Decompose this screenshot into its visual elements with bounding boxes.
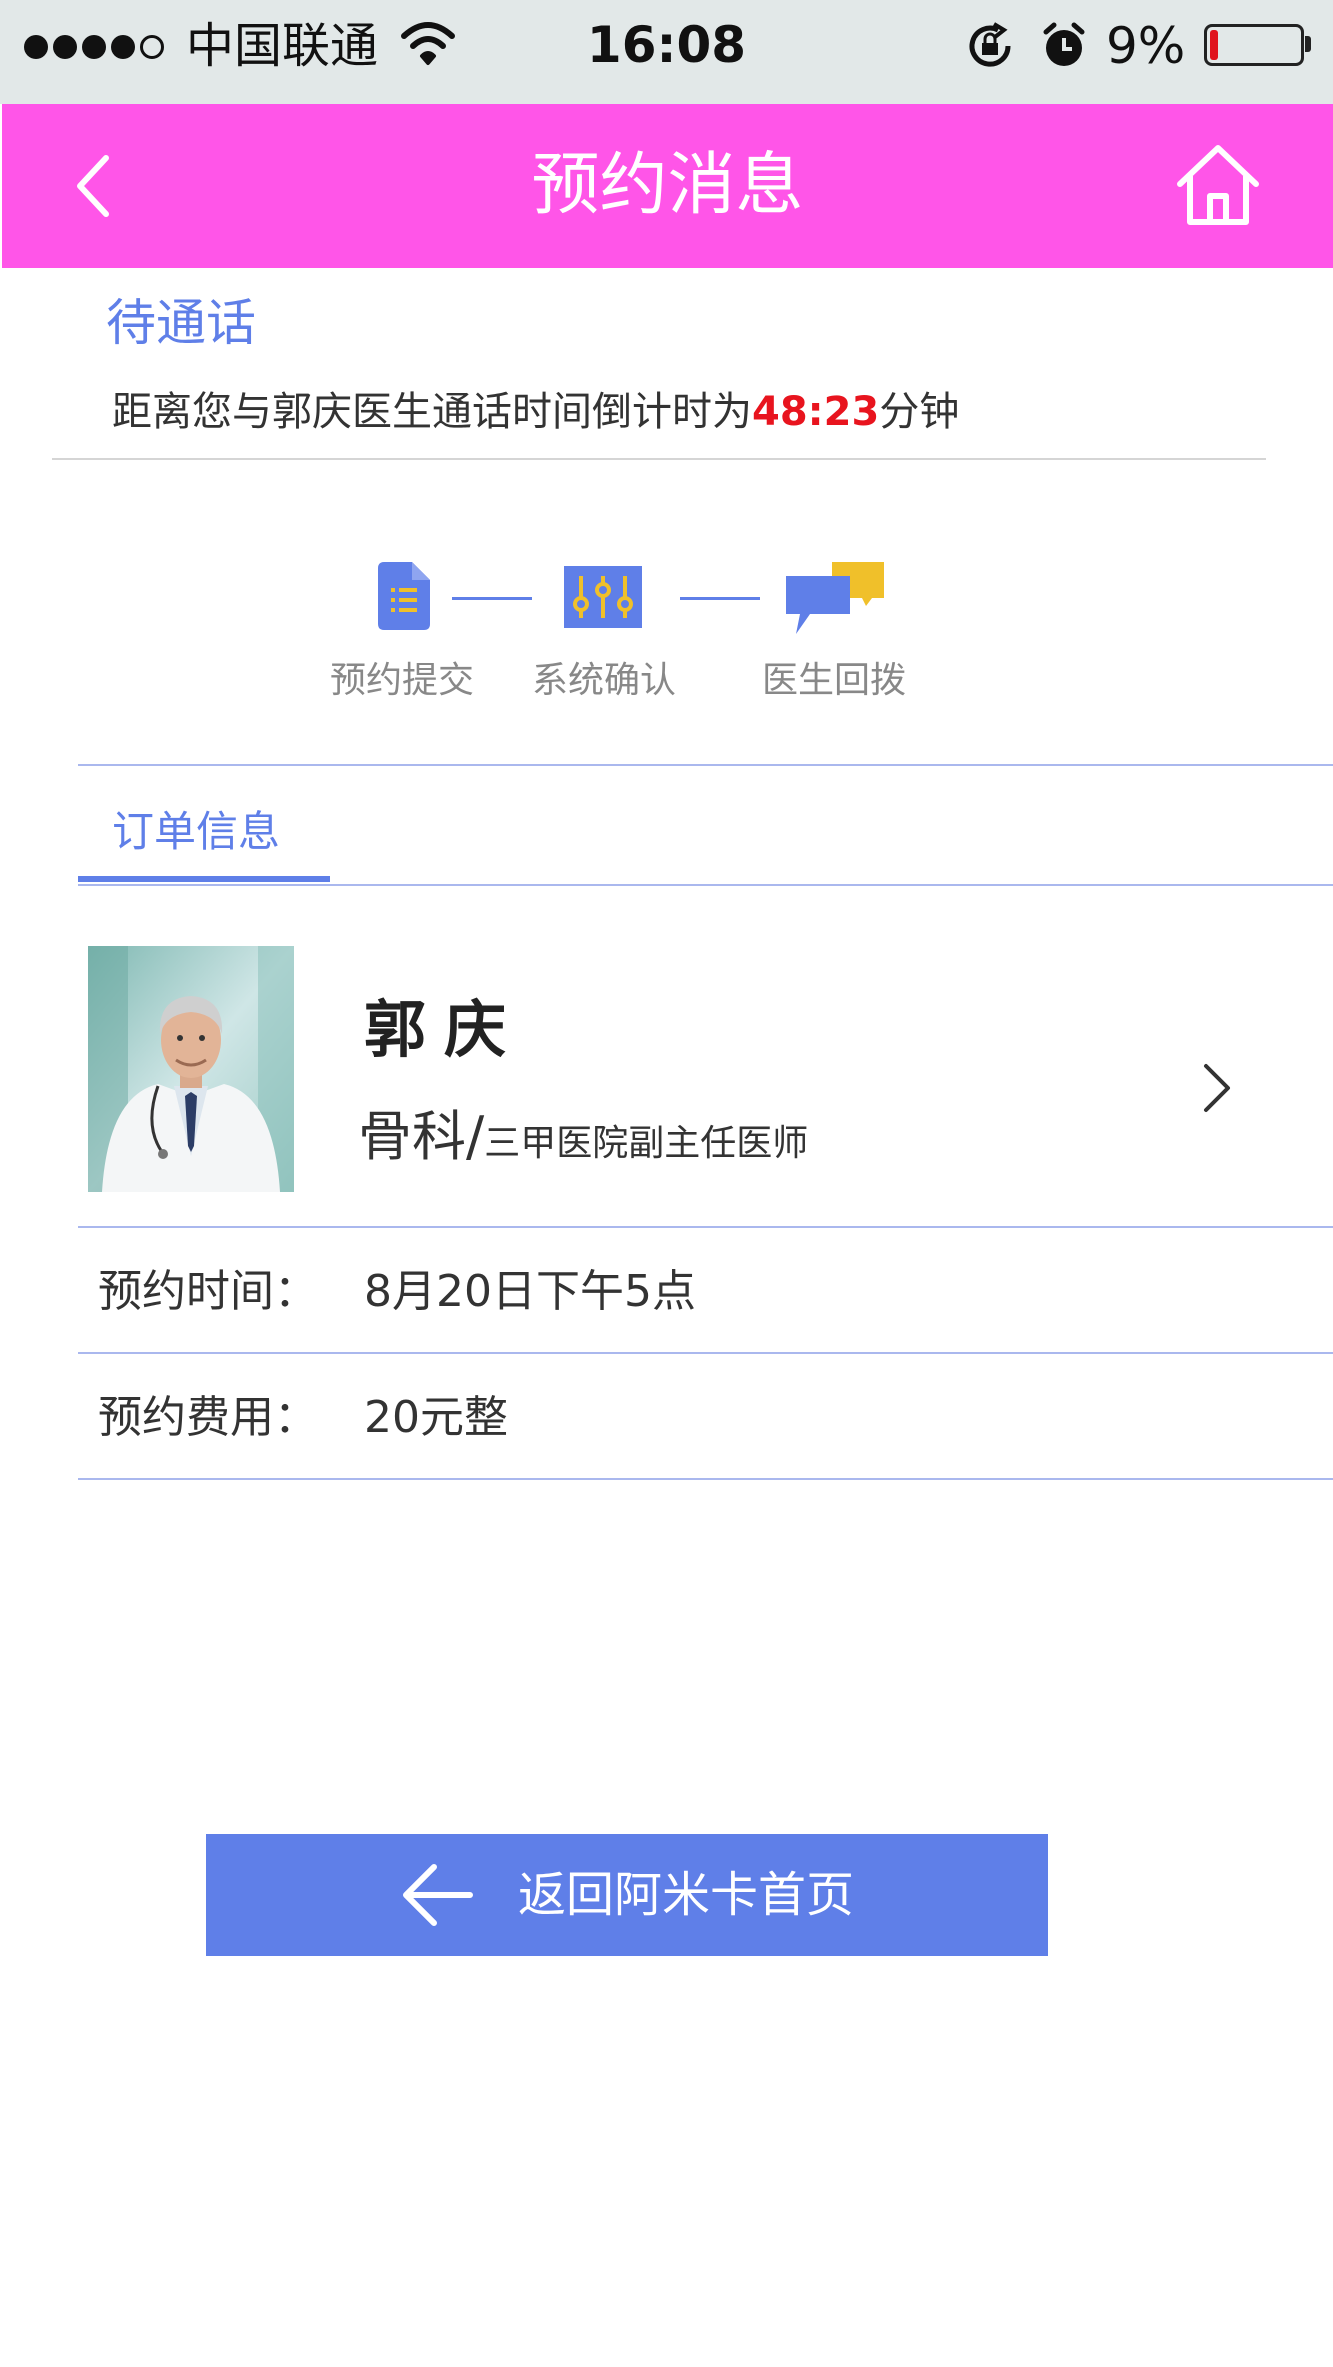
appointment-time-label: 预约时间： <box>98 1266 318 1317</box>
doctor-title: 三甲医院副主任医师 <box>484 1123 809 1164</box>
appointment-fee-label: 预约费用： <box>98 1392 318 1443</box>
countdown-prefix: 距离您与郭庆医生通话时间倒计时为 <box>112 389 752 435</box>
battery-icon <box>1204 24 1304 66</box>
step-label-callback: 医生回拨 <box>762 660 907 701</box>
battery-level-fill <box>1210 30 1218 60</box>
doctor-card[interactable]: 郭庆 骨科/三甲医院副主任医师 <box>78 908 1333 1228</box>
step-label-submit: 预约提交 <box>330 660 475 701</box>
step-label-confirm: 系统确认 <box>532 660 677 701</box>
arrow-left-icon <box>402 1864 473 1926</box>
doctor-department: 骨科 <box>358 1105 466 1168</box>
countdown-description: 距离您与郭庆医生通话时间倒计时为48:23分钟 <box>112 385 959 439</box>
doctor-department-title: 骨科/三甲医院副主任医师 <box>358 1102 808 1185</box>
divider <box>78 764 1333 766</box>
nav-bar: 预约消息 <box>2 104 1333 268</box>
rotation-lock-icon <box>969 22 1011 67</box>
countdown-timer: 48:23 <box>752 389 880 435</box>
call-status-title: 待通话 <box>106 294 256 352</box>
page-title: 预约消息 <box>531 146 804 225</box>
appointment-time-value: 8月20日下午5点 <box>364 1266 696 1317</box>
appointment-fee-row: 预约费用： 20元整 <box>78 1354 1333 1478</box>
return-home-label: 返回阿米卡首页 <box>517 1867 854 1923</box>
battery-tip <box>1305 36 1311 52</box>
tab-order-info[interactable]: 订单信息 <box>112 800 280 864</box>
chat-bubbles-icon <box>786 562 884 634</box>
doctor-name: 郭庆 <box>364 993 525 1066</box>
step-connector <box>680 597 760 600</box>
sliders-icon <box>564 566 642 628</box>
home-icon[interactable] <box>1174 142 1262 228</box>
alarm-icon <box>1043 22 1085 66</box>
countdown-suffix: 分钟 <box>879 389 960 435</box>
return-home-button[interactable]: 返回阿米卡首页 <box>206 1834 1048 1956</box>
department-separator: / <box>466 1105 485 1168</box>
status-bar: 中国联通 16:08 9% <box>0 0 1333 104</box>
divider <box>78 1478 1333 1480</box>
document-icon <box>378 562 430 630</box>
appointment-fee-value: 20元整 <box>364 1392 508 1443</box>
chevron-right-icon[interactable] <box>1196 1058 1236 1118</box>
divider <box>52 458 1266 460</box>
tab-underline <box>78 876 330 882</box>
battery-percent: 9% <box>1106 17 1186 75</box>
appointment-time-row: 预约时间： 8月20日下午5点 <box>78 1228 1333 1352</box>
divider <box>78 884 1333 886</box>
doctor-photo <box>88 946 294 1192</box>
step-connector <box>452 597 532 600</box>
